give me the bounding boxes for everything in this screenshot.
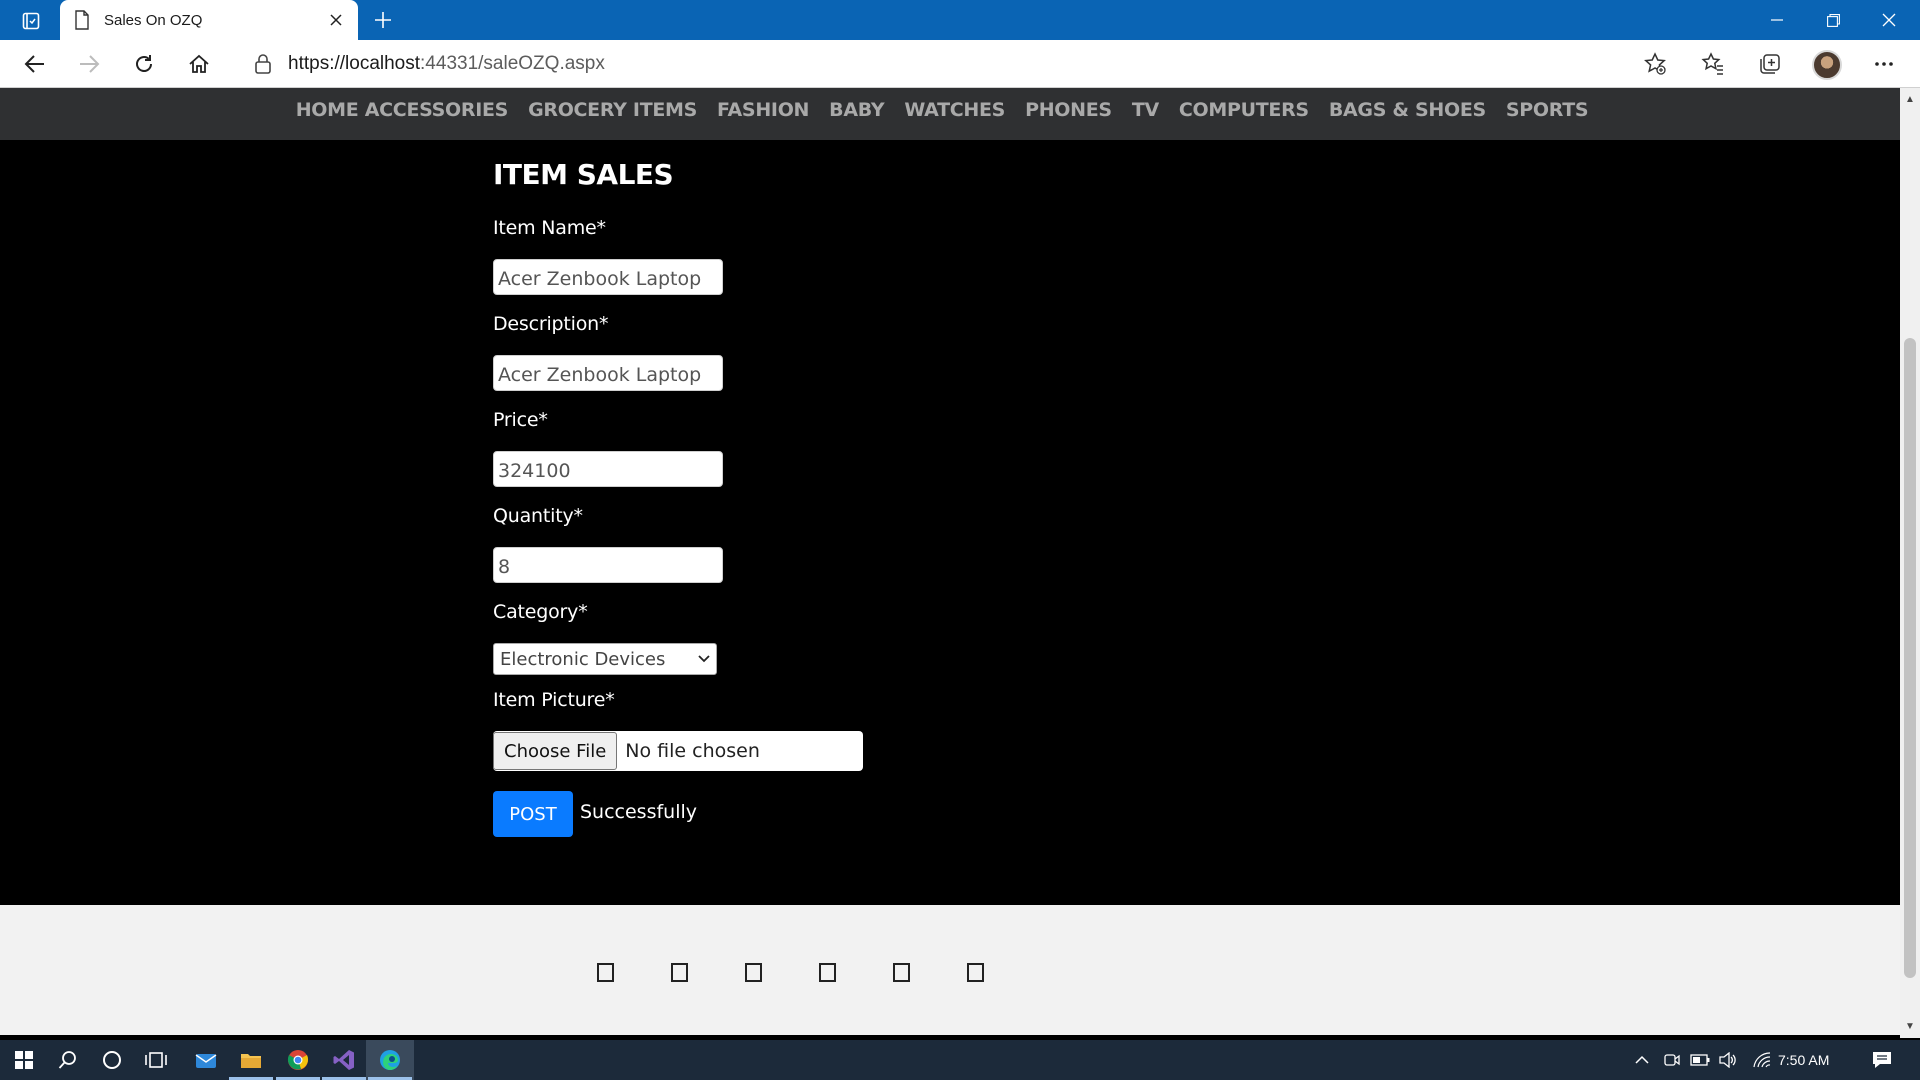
restore-icon[interactable] bbox=[1805, 0, 1861, 40]
search-icon[interactable] bbox=[44, 1040, 92, 1080]
nav-link-computers[interactable]: COMPUTERS bbox=[1179, 99, 1309, 121]
mail-icon[interactable] bbox=[182, 1040, 230, 1080]
nav-link-tv[interactable]: TV bbox=[1132, 99, 1159, 121]
social-link-3-icon[interactable] bbox=[744, 963, 762, 982]
status-message: Successfully bbox=[580, 801, 698, 823]
category-nav: HOME ACCESSORIES GROCERY ITEMS FASHION BABY… bbox=[0, 88, 1900, 140]
choose-file-button[interactable]: Choose File bbox=[493, 732, 618, 770]
minimize-icon[interactable] bbox=[1749, 0, 1805, 40]
favorites-icon[interactable] bbox=[1695, 48, 1731, 80]
url-host: https://localhost bbox=[288, 53, 421, 74]
file-explorer-icon[interactable] bbox=[227, 1040, 275, 1080]
cortana-icon[interactable] bbox=[88, 1040, 136, 1080]
back-icon[interactable] bbox=[18, 48, 52, 80]
volume-icon[interactable] bbox=[1714, 1040, 1742, 1080]
nav-link-grocery-items[interactable]: GROCERY ITEMS bbox=[528, 99, 697, 121]
tab-actions-icon[interactable] bbox=[14, 8, 48, 34]
visual-studio-icon[interactable] bbox=[320, 1040, 368, 1080]
social-links bbox=[596, 963, 984, 1035]
taskbar-clock[interactable]: 7:50 AM bbox=[1778, 1040, 1829, 1080]
nav-link-phones[interactable]: PHONES bbox=[1025, 99, 1112, 121]
windows-start-icon[interactable] bbox=[0, 1040, 48, 1080]
nav-link-fashion[interactable]: FASHION bbox=[717, 99, 809, 121]
nav-item: BABY bbox=[829, 99, 885, 121]
item-sales-form: ITEM SALES Item Name* Description* Price… bbox=[493, 158, 863, 837]
nav-item: COMPUTERS bbox=[1179, 99, 1309, 121]
social-link-6-icon[interactable] bbox=[966, 963, 984, 982]
tab-title: Sales On OZQ bbox=[104, 11, 203, 29]
nav-item: TV bbox=[1132, 99, 1159, 121]
page-viewport: HOME ACCESSORIES GROCERY ITEMS FASHION BABY… bbox=[0, 88, 1900, 1038]
file-status-text: No file chosen bbox=[625, 740, 760, 762]
social-link-4-icon[interactable] bbox=[818, 963, 836, 982]
item-name-label: Item Name* bbox=[493, 217, 606, 239]
show-hidden-icons-icon[interactable] bbox=[1628, 1040, 1656, 1080]
nav-item: GROCERY ITEMS bbox=[528, 99, 697, 121]
category-selected-value: Electronic Devices bbox=[500, 648, 666, 670]
scroll-up-icon[interactable]: ▲ bbox=[1905, 94, 1915, 105]
quantity-label: Quantity* bbox=[493, 505, 583, 527]
refresh-icon[interactable] bbox=[127, 48, 161, 80]
quantity-input[interactable] bbox=[493, 547, 723, 583]
chrome-icon[interactable] bbox=[274, 1040, 322, 1080]
new-tab-icon[interactable] bbox=[368, 6, 398, 34]
notifications-icon[interactable] bbox=[1864, 1040, 1900, 1080]
item-picture-file-input[interactable]: Choose File No file chosen bbox=[493, 731, 863, 771]
description-input[interactable] bbox=[493, 355, 723, 391]
category-label: Category* bbox=[493, 601, 588, 623]
url-bar[interactable]: https://localhost:44331/saleOZQ.aspx bbox=[236, 46, 1676, 82]
nav-item: HOME ACCESSORIES bbox=[296, 99, 509, 121]
lock-icon[interactable] bbox=[254, 54, 272, 74]
scroll-thumb[interactable] bbox=[1904, 338, 1916, 978]
nav-item: BAGS & SHOES bbox=[1329, 99, 1486, 121]
browser-titlebar: Sales On OZQ bbox=[0, 0, 1920, 40]
close-window-icon[interactable] bbox=[1861, 0, 1917, 40]
price-label: Price* bbox=[493, 409, 548, 431]
home-icon[interactable] bbox=[182, 48, 216, 80]
page-title: ITEM SALES bbox=[493, 158, 674, 191]
nav-link-watches[interactable]: WATCHES bbox=[904, 99, 1005, 121]
nav-link-bags-shoes[interactable]: BAGS & SHOES bbox=[1329, 99, 1486, 121]
forward-icon[interactable] bbox=[72, 48, 106, 80]
close-tab-icon[interactable] bbox=[322, 6, 350, 34]
nav-link-home-accessories[interactable]: HOME ACCESSORIES bbox=[296, 99, 509, 121]
social-link-5-icon[interactable] bbox=[892, 963, 910, 982]
browser-tab[interactable]: Sales On OZQ bbox=[60, 0, 358, 40]
address-toolbar: https://localhost:44331/saleOZQ.aspx bbox=[0, 40, 1920, 88]
page-icon bbox=[75, 10, 89, 30]
item-picture-label: Item Picture* bbox=[493, 689, 615, 711]
price-input[interactable] bbox=[493, 451, 723, 487]
edge-icon[interactable] bbox=[366, 1040, 414, 1080]
page-scrollbar[interactable]: ▲ ▼ bbox=[1900, 88, 1920, 1038]
add-favorite-icon[interactable] bbox=[1637, 48, 1673, 80]
windows-taskbar: 7:50 AM bbox=[0, 1040, 1920, 1080]
description-label: Description* bbox=[493, 313, 609, 335]
chevron-down-icon bbox=[698, 655, 710, 663]
nav-item: WATCHES bbox=[904, 99, 1005, 121]
submit-row: POST Successfully bbox=[493, 791, 863, 837]
social-link-1-icon[interactable] bbox=[596, 963, 614, 982]
nav-link-sports[interactable]: SPORTS bbox=[1506, 99, 1589, 121]
url-text: https://localhost:44331/saleOZQ.aspx bbox=[288, 53, 605, 75]
collections-icon[interactable] bbox=[1752, 48, 1788, 80]
item-name-input[interactable] bbox=[493, 259, 723, 295]
url-path: :44331/saleOZQ.aspx bbox=[420, 53, 605, 74]
nav-item: FASHION bbox=[717, 99, 809, 121]
wifi-icon[interactable] bbox=[1748, 1040, 1776, 1080]
page-footer bbox=[0, 905, 1900, 1035]
nav-item: PHONES bbox=[1025, 99, 1112, 121]
nav-item: SPORTS bbox=[1506, 99, 1589, 121]
more-options-icon[interactable] bbox=[1866, 48, 1902, 80]
profile-avatar[interactable] bbox=[1812, 50, 1842, 80]
scroll-down-icon[interactable]: ▼ bbox=[1905, 1021, 1915, 1032]
task-view-icon[interactable] bbox=[132, 1040, 180, 1080]
category-select[interactable]: Electronic Devices bbox=[493, 643, 717, 675]
post-button[interactable]: POST bbox=[493, 791, 573, 837]
battery-icon[interactable] bbox=[1686, 1040, 1714, 1080]
category-nav-list: HOME ACCESSORIES GROCERY ITEMS FASHION BABY… bbox=[296, 99, 1589, 121]
nav-link-baby[interactable]: BABY bbox=[829, 99, 885, 121]
meet-now-icon[interactable] bbox=[1658, 1040, 1686, 1080]
social-link-2-icon[interactable] bbox=[670, 963, 688, 982]
